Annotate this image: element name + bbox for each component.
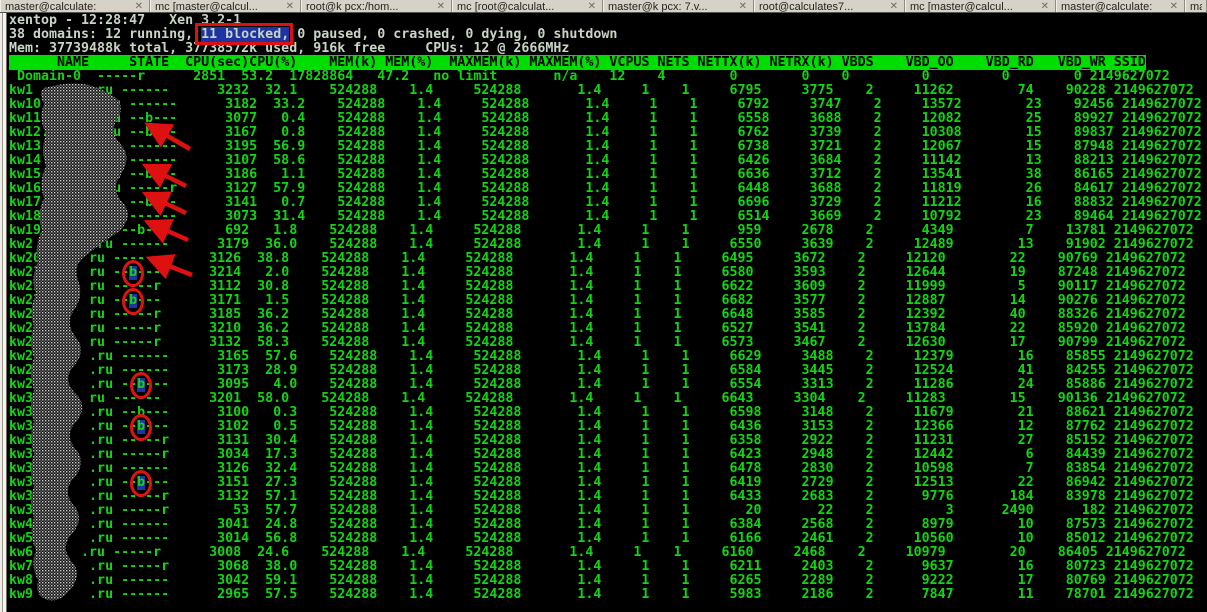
red-circle-annotation (130, 470, 152, 497)
terminal-tab-3[interactable]: root@k pcx:/hom...✕ (301, 0, 452, 12)
terminal-tab-7[interactable]: mc [master@calcul...✕ (905, 0, 1056, 12)
tab-label: master@calculate: (1061, 0, 1166, 13)
terminal-tab-bar: master@calculate:✕mc [master@calcul...✕r… (0, 0, 1207, 13)
table-row: kw19 .ru --b--- 692 1.8 524288 1.4 52428… (9, 224, 1202, 238)
table-row: kw23 ru --b--- 3171 1.5 524288 1.4 52428… (9, 294, 1202, 308)
table-row: kw5. .ru ------ 3014 56.8 524288 1.4 524… (9, 532, 1202, 546)
memory-summary-line: Mem: 37739488k total, 37738572k used, 91… (9, 42, 1202, 56)
table-row: kw7 .ru -----r 3068 38.0 524288 1.4 5242… (9, 560, 1202, 574)
table-row: kw22 ru -----r 3112 30.8 524288 1.4 5242… (9, 280, 1202, 294)
table-row: kw17 b.ru --b--- 3141 0.7 524288 1.4 524… (9, 196, 1202, 210)
red-circle-annotation (122, 288, 144, 315)
table-row: kw35 .ru --b--- 3151 27.3 524288 1.4 524… (9, 476, 1202, 490)
table-row: kw8 .ru ------ 3042 59.1 524288 1.4 5242… (9, 574, 1202, 588)
terminal-content: xentop - 12:28:47 Xen 3.2-1 38 domains: … (9, 14, 1202, 602)
table-row: kw1 .ru ------ 3232 32.1 524288 1.4 5242… (9, 84, 1202, 98)
blocked-state-b-highlight: b (137, 378, 145, 392)
table-row: kw6 .ru -----r 3008 24.6 524288 1.4 5242… (9, 546, 1202, 560)
terminal-tab-9[interactable]: mas (1185, 0, 1207, 12)
table-row: kw14 b.ru ------ 3107 58.6 524288 1.4 52… (9, 154, 1202, 168)
blocked-state-b-highlight: b (137, 420, 145, 434)
table-row: Domain-0 -----r 2851 53.2 17828864 47.2 … (9, 70, 1202, 84)
table-row: kw27 .ru ------ 3165 57.6 524288 1.4 524… (9, 350, 1202, 364)
tab-close-icon[interactable]: ✕ (433, 0, 447, 12)
table-row: kw15 b.ru --b--- 3186 1.1 524288 1.4 524… (9, 168, 1202, 182)
tab-label: mc [master@calcul... (155, 0, 282, 13)
tab-label: mas (1190, 0, 1202, 13)
terminal-tab-2[interactable]: mc [master@calcul...✕ (150, 0, 301, 12)
table-row: kw10. .ru ------ 3182 33.2 524288 1.4 52… (9, 98, 1202, 112)
tab-close-icon[interactable]: ✕ (886, 0, 900, 12)
table-row: kw38 .ru -----r 53 57.7 524288 1.4 52428… (9, 504, 1202, 518)
blocked-state-b-highlight: b (129, 266, 137, 280)
domain-table: Domain-0 -----r 2851 53.2 17828864 47.2 … (9, 70, 1202, 602)
table-row: kw13 n.ru ------ 3195 56.9 524288 1.4 52… (9, 140, 1202, 154)
terminal-scrollbar[interactable] (0, 13, 7, 612)
table-row: kw28 .ru ------ 3173 28.9 524288 1.4 524… (9, 364, 1202, 378)
table-row: kw29 .ru --b--- 3095 4.0 524288 1.4 5242… (9, 378, 1202, 392)
table-row: kw18 .ru ------ 3073 31.4 524288 1.4 524… (9, 210, 1202, 224)
table-row: kw26 ru -----r 3132 58.3 524288 1.4 5242… (9, 336, 1202, 350)
tab-close-icon[interactable]: ✕ (282, 0, 296, 12)
red-circle-annotation (122, 260, 144, 287)
table-row: kw30 .ru --b--- 3100 0.3 524288 1.4 5242… (9, 406, 1202, 420)
blocked-state-b-highlight: b (137, 476, 145, 490)
terminal-tab-4[interactable]: mc [root@calculat...✕ (452, 0, 603, 12)
table-row: kw34 .ru ------ 3126 32.4 524288 1.4 524… (9, 462, 1202, 476)
table-row: kw24 ru -----r 3185 36.2 524288 1.4 5242… (9, 308, 1202, 322)
table-row: kw11. .ru --b--- 3077 0.4 524288 1.4 524… (9, 112, 1202, 126)
table-row: kw16 b.ru -----r 3127 57.9 524288 1.4 52… (9, 182, 1202, 196)
table-row: kw32 .ru -----r 3131 30.4 524288 1.4 524… (9, 434, 1202, 448)
red-box-annotation: 11 blocked, (201, 27, 289, 42)
terminal-tab-5[interactable]: master@k pcx: 7.v...✕ (603, 0, 754, 12)
domains-summary-line: 38 domains: 12 running, 11 blocked, 0 pa… (9, 28, 1202, 42)
tab-label: master@calculate: (5, 0, 131, 13)
table-row: kw4. .ru ------ 3041 24.8 524288 1.4 524… (9, 518, 1202, 532)
table-row: kw25 ru -----r 3210 36.2 524288 1.4 5242… (9, 322, 1202, 336)
tab-label: mc [root@calculat... (457, 0, 584, 13)
column-header-row: NAME STATE CPU(sec)CPU(%) MEM(k) MEM(%) … (9, 56, 1202, 70)
blocked-state-b-highlight: b (129, 294, 137, 308)
red-circle-annotation (130, 372, 152, 399)
tab-label: master@k pcx: 7.v... (608, 0, 735, 13)
table-row: kw21 ru --b--- 3214 2.0 524288 1.4 52428… (9, 266, 1202, 280)
table-row: kw31 .ru --b--- 3102 0.5 524288 1.4 5242… (9, 420, 1202, 434)
tab-label: root@calculates7... (759, 0, 886, 13)
red-circle-annotation (130, 414, 152, 441)
tab-close-icon[interactable]: ✕ (1166, 0, 1180, 12)
table-row: kw3. ru ------ 3201 58.0 524288 1.4 5242… (9, 392, 1202, 406)
terminal-tab-1[interactable]: master@calculate:✕ (0, 0, 150, 12)
tab-close-icon[interactable]: ✕ (584, 0, 598, 12)
terminal-tab-8[interactable]: master@calculate:✕ (1056, 0, 1185, 12)
table-row: kw20 ru ------ 3126 38.8 524288 1.4 5242… (9, 252, 1202, 266)
xentop-title-line: xentop - 12:28:47 Xen 3.2-1 (9, 14, 1202, 28)
tab-close-icon[interactable]: ✕ (735, 0, 749, 12)
table-row: kw12. .ru --b--- 3167 0.8 524288 1.4 524… (9, 126, 1202, 140)
tab-label: root@k pcx:/hom... (306, 0, 433, 13)
table-row: kw9 .ru ------ 2965 57.5 524288 1.4 5242… (9, 588, 1202, 602)
blocked-count-highlight: 11 blocked, (201, 27, 289, 42)
table-row: kw37 .ru -----r 3132 57.1 524288 1.4 524… (9, 490, 1202, 504)
terminal-tab-6[interactable]: root@calculates7...✕ (754, 0, 905, 12)
table-row: kw2 .ru ------ 3179 36.0 524288 1.4 5242… (9, 238, 1202, 252)
table-row: kw33 .ru -----r 3034 17.3 524288 1.4 524… (9, 448, 1202, 462)
xentop-terminal-window: master@calculate:✕mc [master@calcul...✕r… (0, 0, 1207, 612)
tab-close-icon[interactable]: ✕ (131, 0, 145, 12)
tab-label: mc [master@calcul... (910, 0, 1037, 13)
tab-close-icon[interactable]: ✕ (1037, 0, 1051, 12)
